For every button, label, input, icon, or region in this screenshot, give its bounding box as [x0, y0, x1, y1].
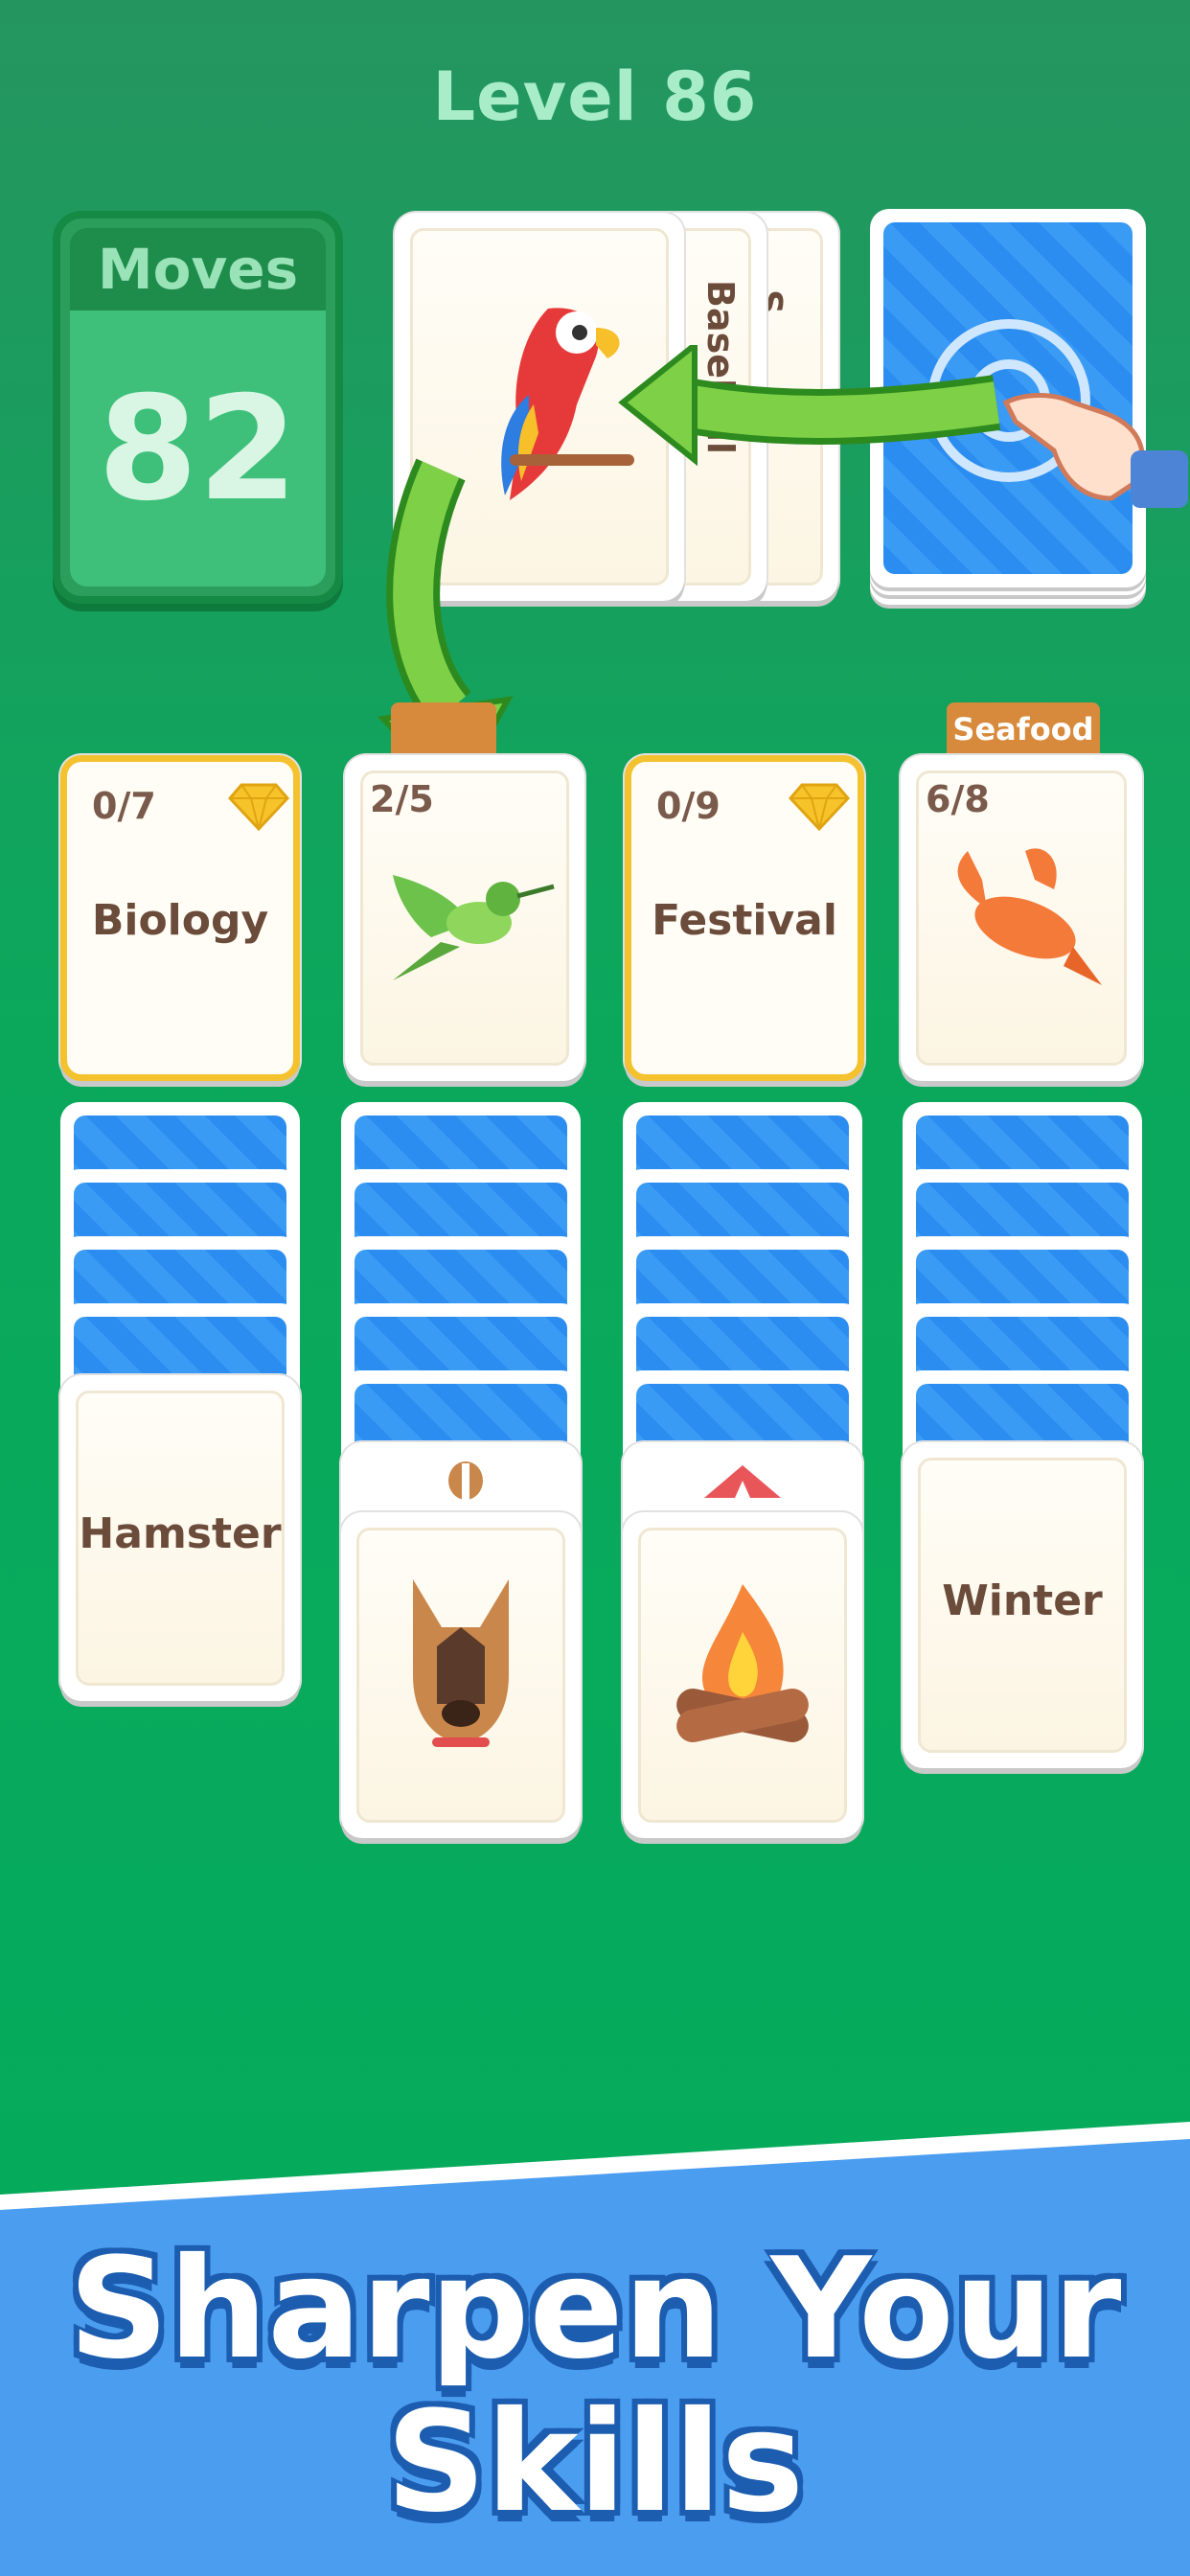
level-title: Level 86 [432, 58, 758, 136]
foundation-title: Biology [91, 896, 269, 945]
german-shepherd-icon [413, 1579, 509, 1747]
campfire-icon [676, 1584, 809, 1743]
promo-line-2: Skills [385, 2381, 805, 2543]
lobster-icon [957, 848, 1102, 985]
foundation-title: Festival [652, 896, 837, 945]
foundation-slot-4[interactable]: 6/8 [901, 755, 1142, 1081]
tent-icon [704, 1465, 781, 1498]
promo-banner: Sharpen Your Skills [0, 2118, 1190, 2576]
foundation-counter: 0/7 [92, 785, 156, 827]
tableau-card-face-up[interactable]: Winter [903, 1442, 1142, 1768]
gem-icon [789, 783, 850, 831]
gem-icon [228, 783, 289, 831]
foundation-slot-1[interactable]: 0/7 Biology [60, 755, 300, 1081]
moves-label: Moves [70, 228, 326, 310]
hummingbird-icon [393, 875, 555, 980]
foundation-slot-2[interactable]: 2/5 [345, 755, 584, 1081]
card-word: Winter [942, 1576, 1103, 1625]
foundation-slot-3[interactable]: 0/9 Festival [625, 755, 864, 1081]
foundation-counter: 0/9 [656, 785, 721, 827]
foundation-tag-placeholder [391, 702, 496, 756]
tableau-card-face-up[interactable] [341, 1512, 581, 1838]
beagle-icon [448, 1461, 483, 1500]
foundation-counter: 6/8 [926, 778, 990, 820]
tableau-card-face-up[interactable]: Hamster [60, 1375, 300, 1701]
moves-value: 82 [70, 310, 326, 586]
foundation-tag: Seafood [947, 702, 1100, 756]
tableau-card-face-up[interactable] [623, 1512, 862, 1838]
promo-line-1: Sharpen Your [68, 2228, 1122, 2390]
moves-counter: Moves 82 [53, 211, 343, 604]
card-word: Hamster [79, 1509, 282, 1558]
pointer-hand-icon [1002, 393, 1188, 508]
foundation-counter: 2/5 [370, 778, 434, 820]
